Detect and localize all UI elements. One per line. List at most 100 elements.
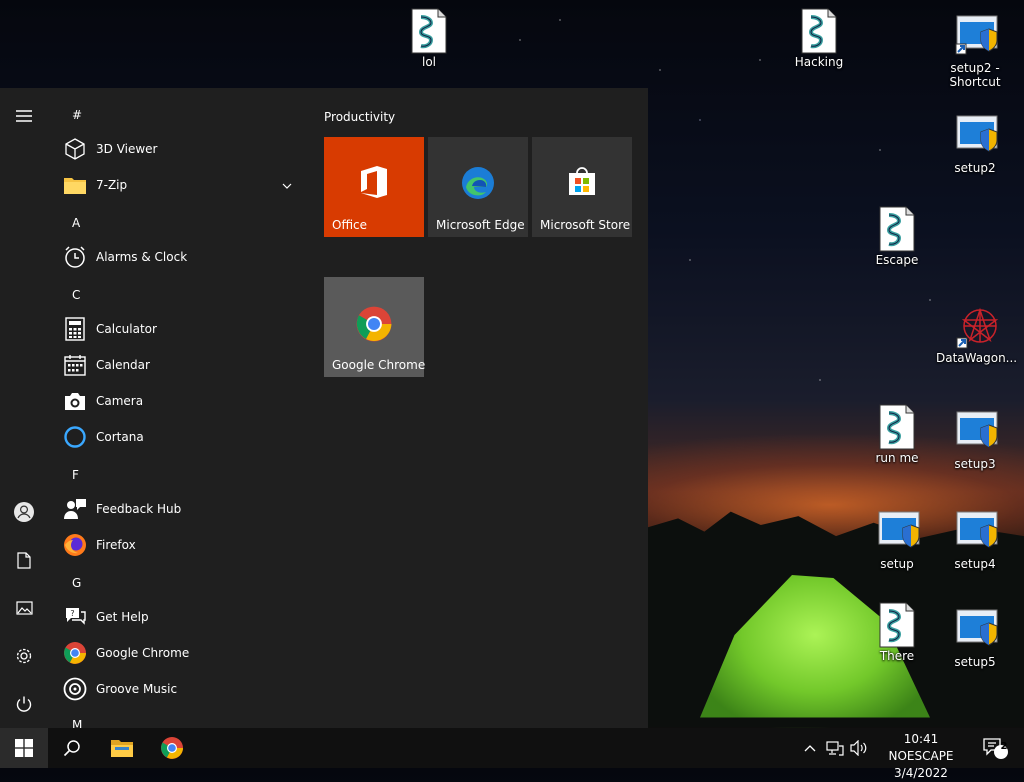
installer-shield-icon xyxy=(955,14,998,58)
desktop-icon-label: setup2 xyxy=(954,161,996,175)
help-icon: ? xyxy=(62,604,88,630)
desktop-icon-setup3[interactable]: setup3 xyxy=(938,410,1012,471)
office-icon xyxy=(324,165,424,199)
app-label: Calculator xyxy=(96,322,157,336)
pictures-button[interactable] xyxy=(0,584,48,632)
app-list: # 3D Viewer 7-Zip A Alarms & Clock C Cal… xyxy=(48,88,310,728)
app-list-item-get-help[interactable]: ? Get Help xyxy=(62,600,302,634)
script-file-icon xyxy=(877,206,917,252)
settings-button[interactable] xyxy=(0,632,48,680)
cortana-icon xyxy=(62,424,88,450)
app-list-item-firefox[interactable]: Firefox xyxy=(62,528,302,562)
installer-shield-icon xyxy=(955,510,998,554)
app-label: Alarms & Clock xyxy=(96,250,188,264)
hamburger-menu-button[interactable] xyxy=(0,92,48,140)
svg-text:?: ? xyxy=(70,609,74,618)
desktop-icon-lol[interactable]: lol xyxy=(392,8,466,69)
start-rail xyxy=(0,88,48,728)
app-list-item-alarms-clock[interactable]: Alarms & Clock xyxy=(62,240,302,274)
letter-header[interactable]: F xyxy=(72,468,79,482)
pictures-icon xyxy=(15,601,33,615)
letter-header[interactable]: C xyxy=(72,288,80,302)
script-file-icon xyxy=(799,8,839,54)
action-center-button[interactable]: 2 xyxy=(978,728,1012,768)
tile-label: Microsoft Store xyxy=(540,218,631,232)
tile-microsoft-store[interactable]: Microsoft Store xyxy=(532,137,632,237)
letter-header[interactable]: G xyxy=(72,576,81,590)
app-list-item-camera[interactable]: Camera xyxy=(62,384,302,418)
app-list-item-calculator[interactable]: Calculator xyxy=(62,312,302,346)
folder-icon xyxy=(62,172,88,198)
start-button[interactable] xyxy=(0,728,48,768)
camera-icon xyxy=(62,388,88,414)
show-hidden-icons-button[interactable] xyxy=(800,728,820,768)
letter-header[interactable]: A xyxy=(72,216,80,230)
desktop-icon-setup2-shortcut[interactable]: setup2 - Shortcut xyxy=(938,14,1012,89)
app-list-item-google-chrome[interactable]: Google Chrome xyxy=(62,636,302,670)
network-button[interactable] xyxy=(824,728,846,768)
tile-google-chrome[interactable]: Google Chrome xyxy=(324,277,426,377)
user-avatar-icon xyxy=(14,502,34,522)
app-list-item-cortana[interactable]: Cortana xyxy=(62,420,302,454)
desktop-icon-datawagon[interactable]: DataWagon... xyxy=(936,304,1018,365)
app-list-item-groove-music[interactable]: Groove Music xyxy=(62,672,302,706)
app-list-item-7-zip[interactable]: 7-Zip xyxy=(62,168,302,202)
desktop-icon-label: lol xyxy=(421,55,436,69)
script-file-icon xyxy=(877,404,917,450)
power-button[interactable] xyxy=(0,680,48,728)
desktop-icon-label: setup5 xyxy=(954,655,996,669)
tile-label: Microsoft Edge xyxy=(436,218,525,232)
user-account-button[interactable] xyxy=(0,488,48,536)
app-list-item-3d-viewer[interactable]: 3D Viewer xyxy=(62,132,302,166)
cube-icon xyxy=(62,136,88,162)
tiles-group-title[interactable]: Productivity xyxy=(324,110,395,124)
app-label: Calendar xyxy=(96,358,150,372)
app-list-item-feedback-hub[interactable]: Feedback Hub xyxy=(62,492,302,526)
desktop-icon-run-me[interactable]: run me xyxy=(860,404,934,465)
script-file-icon xyxy=(877,602,917,648)
letter-header[interactable]: M xyxy=(72,718,82,728)
tile-office[interactable]: Office xyxy=(324,137,424,237)
desktop-icon-label: Hacking xyxy=(794,55,844,69)
chevron-up-icon xyxy=(804,745,816,752)
clock-time: 10:41 NOESCAPE xyxy=(888,732,954,763)
app-label: Feedback Hub xyxy=(96,502,182,516)
calendar-icon xyxy=(62,352,88,378)
file-explorer-button[interactable] xyxy=(98,728,146,768)
desktop-icon-escape[interactable]: Escape xyxy=(860,206,934,267)
firefox-icon xyxy=(62,532,88,558)
desktop-icon-there[interactable]: There xyxy=(860,602,934,663)
app-label: 7-Zip xyxy=(96,178,128,192)
search-button[interactable] xyxy=(48,728,96,768)
store-bag-icon xyxy=(532,165,632,197)
taskbar: 10:41 NOESCAPE 3/4/2022 2 xyxy=(0,728,1024,780)
documents-button[interactable] xyxy=(0,536,48,584)
tile-label: Google Chrome xyxy=(332,358,426,372)
edge-icon xyxy=(428,165,528,201)
taskbar-clock[interactable]: 10:41 NOESCAPE 3/4/2022 xyxy=(872,731,970,782)
desktop-icon-setup5[interactable]: setup5 xyxy=(938,608,1012,669)
chrome-icon xyxy=(324,305,424,343)
notification-count-badge: 2 xyxy=(1000,741,1008,752)
letter-header[interactable]: # xyxy=(72,108,82,122)
alarm-clock-icon xyxy=(62,244,88,270)
volume-button[interactable] xyxy=(848,728,870,768)
document-icon xyxy=(17,551,31,569)
chevron-down-icon[interactable] xyxy=(282,178,292,192)
app-label: Groove Music xyxy=(96,682,178,696)
chrome-taskbar-button[interactable] xyxy=(148,728,196,768)
desktop-icon-setup[interactable]: setup xyxy=(860,510,934,571)
windows-logo-icon xyxy=(15,739,33,757)
tile-label: Office xyxy=(332,218,368,232)
gear-icon xyxy=(16,648,32,664)
script-file-icon xyxy=(409,8,449,54)
datawagon-app-icon xyxy=(955,304,999,349)
desktop-icon-label: DataWagon... xyxy=(936,351,1018,365)
installer-shield-icon xyxy=(955,410,998,454)
desktop-icon-setup4[interactable]: setup4 xyxy=(938,510,1012,571)
desktop-icon-hacking[interactable]: Hacking xyxy=(782,8,856,69)
desktop-icon-setup2[interactable]: setup2 xyxy=(938,114,1012,175)
app-label: 3D Viewer xyxy=(96,142,158,156)
tile-microsoft-edge[interactable]: Microsoft Edge xyxy=(428,137,528,237)
app-list-item-calendar[interactable]: Calendar xyxy=(62,348,302,382)
